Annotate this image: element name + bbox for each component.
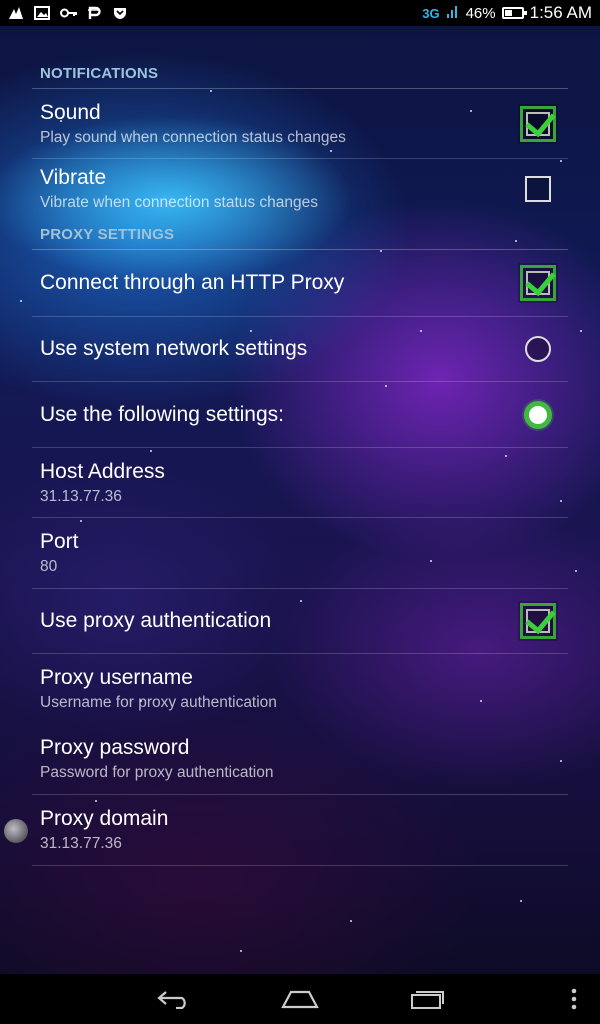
check-icon	[525, 264, 556, 297]
system-network-radio[interactable]	[525, 336, 551, 362]
network-type: 3G	[422, 5, 440, 21]
settings-list: NOTIFICATIONS Sound Play sound when conn…	[32, 58, 568, 866]
setting-value: 80	[40, 558, 58, 575]
setting-title: Proxy domain	[40, 807, 169, 830]
setting-title: Vibrate	[40, 166, 107, 189]
vibrate-checkbox[interactable]	[525, 176, 551, 202]
setting-summary: Password for proxy authentication	[40, 764, 274, 781]
sound-checkbox[interactable]	[518, 103, 558, 144]
setting-summary: Vibrate when connection status changes	[40, 194, 319, 211]
setting-vibrate[interactable]: Vibrate Vibrate when connection status c…	[32, 159, 568, 219]
setting-value: 31.13.77.36	[40, 487, 122, 505]
setting-title: Use the following settings:	[40, 402, 284, 426]
setting-sound[interactable]: Sound Play sound when connection status …	[32, 89, 568, 159]
recents-icon	[411, 991, 444, 1009]
signal-cleanup-icon	[8, 6, 24, 20]
battery-icon	[501, 7, 527, 19]
setting-summary: Play sound when connection status change…	[40, 128, 346, 146]
shield-icon	[112, 6, 128, 20]
overflow-menu-button[interactable]	[560, 974, 588, 1024]
section-header-proxy: PROXY SETTINGS	[32, 219, 568, 250]
back-button[interactable]	[146, 974, 202, 1024]
section-header-notifications: NOTIFICATIONS	[32, 58, 568, 89]
recents-button[interactable]	[400, 974, 456, 1024]
navigation-bar	[0, 974, 600, 1024]
signal-strength-icon	[446, 3, 460, 23]
clock: 1:56 AM	[529, 3, 592, 22]
system-indicators: 3G 46% 1:56 AM	[422, 3, 592, 23]
home-button[interactable]	[272, 974, 328, 1024]
back-icon	[157, 991, 186, 1009]
setting-value: 31.13.77.36	[40, 835, 122, 852]
setting-port[interactable]: Port 80	[32, 518, 568, 589]
battery-percent: 46%	[465, 4, 496, 22]
setting-title: Use system network settings	[40, 337, 308, 360]
setting-proxy-authentication[interactable]: Use proxy authentication	[32, 589, 568, 654]
following-settings-radio[interactable]	[524, 400, 552, 429]
setting-http-proxy[interactable]: Connect through an HTTP Proxy	[32, 250, 568, 317]
setting-title: Use proxy authentication	[40, 609, 272, 632]
check-icon	[525, 105, 556, 137]
key-icon	[60, 6, 77, 20]
setting-title: Host Address	[40, 459, 165, 483]
setting-system-network[interactable]: Use system network settings	[32, 317, 568, 382]
overflow-menu-icon	[571, 988, 577, 1010]
floating-assist-button[interactable]	[4, 819, 28, 843]
proxy-auth-checkbox[interactable]	[518, 601, 558, 641]
setting-summary: Username for proxy authentication	[40, 694, 277, 711]
status-bar: 3G 46% 1:56 AM	[0, 0, 600, 26]
setting-proxy-password[interactable]: Proxy password Password for proxy authen…	[32, 724, 568, 795]
setting-title: Port	[40, 530, 79, 553]
setting-proxy-domain[interactable]: Proxy domain 31.13.77.36	[32, 795, 568, 866]
setting-proxy-username[interactable]: Proxy username Username for proxy authen…	[32, 654, 568, 724]
setting-host-address[interactable]: Host Address 31.13.77.36	[32, 448, 568, 518]
check-icon	[525, 602, 556, 635]
home-icon	[281, 990, 319, 1009]
setting-title: Connect through an HTTP Proxy	[40, 271, 345, 294]
p-app-icon	[86, 6, 102, 20]
http-proxy-checkbox[interactable]	[518, 263, 558, 303]
setting-title: Proxy username	[40, 666, 193, 689]
notification-icons	[8, 6, 128, 20]
image-icon	[34, 6, 50, 20]
setting-title: Proxy password	[40, 736, 190, 759]
setting-following-settings[interactable]: Use the following settings:	[32, 382, 568, 448]
setting-title: Sound	[40, 100, 101, 124]
